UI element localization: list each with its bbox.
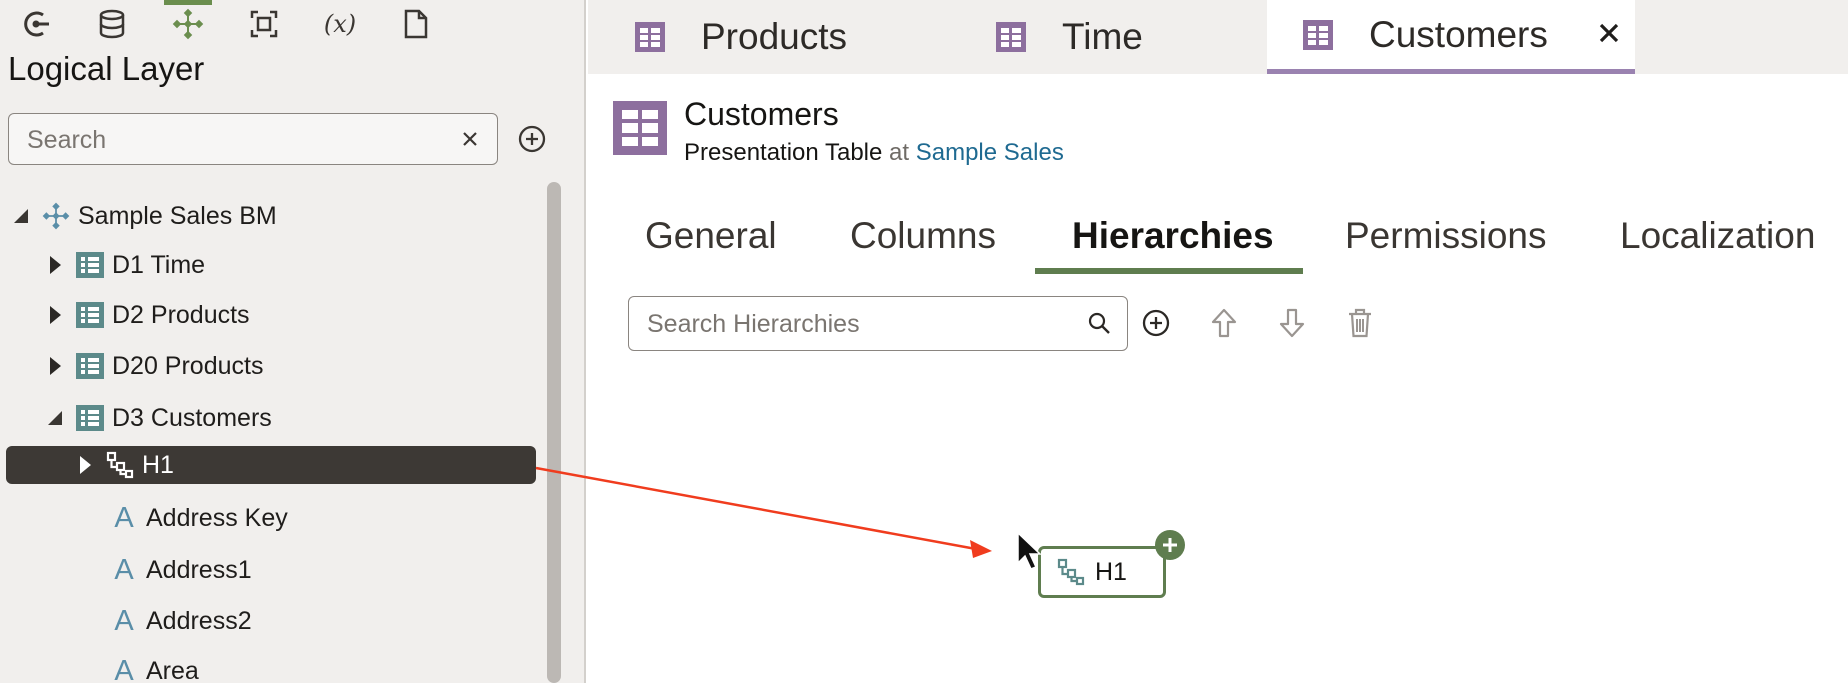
close-icon[interactable] — [1596, 20, 1622, 46]
model-icon — [42, 202, 70, 230]
table-icon — [1303, 19, 1333, 50]
expand-icon[interactable] — [44, 304, 66, 326]
add-icon[interactable] — [517, 124, 547, 154]
tree-item-label: D20 Products — [112, 351, 264, 380]
drag-chip-label: H1 — [1095, 557, 1127, 586]
tab-time[interactable]: Time — [996, 0, 1143, 74]
table-icon — [76, 352, 104, 380]
tree-attribute[interactable]: A Address Key — [110, 498, 288, 538]
tree-root[interactable]: Sample Sales BM — [10, 196, 277, 236]
tree-item-d1-time[interactable]: D1 Time — [44, 245, 205, 285]
tree-item-label: D1 Time — [112, 250, 206, 279]
hierarchy-icon — [106, 451, 134, 479]
tree-item-label: H1 — [142, 450, 174, 479]
model-icon[interactable] — [164, 0, 212, 44]
add-hierarchy-icon[interactable] — [1139, 306, 1173, 340]
expand-icon[interactable] — [44, 254, 66, 276]
tree-item-d20-products[interactable]: D20 Products — [44, 346, 263, 386]
tab-label: Time — [1062, 16, 1143, 57]
tree-item-d3-customers[interactable]: D3 Customers — [44, 398, 272, 438]
table-icon — [635, 22, 665, 52]
clear-icon[interactable] — [457, 126, 483, 152]
scrollbar[interactable] — [547, 182, 561, 683]
tab-columns[interactable]: Columns — [850, 215, 996, 275]
table-icon — [76, 301, 104, 329]
document-icon[interactable] — [392, 4, 440, 44]
tab-permissions[interactable]: Permissions — [1345, 215, 1547, 275]
search-icon[interactable] — [1087, 311, 1113, 337]
drag-arrow-head — [970, 540, 992, 558]
physical-layer-icon[interactable] — [240, 4, 288, 44]
database-icon[interactable] — [88, 4, 136, 44]
tab-label: Customers — [1369, 13, 1548, 55]
drag-arrow-line — [535, 466, 977, 551]
tree-attribute-label: Address1 — [146, 555, 252, 584]
presentation-table-icon — [613, 101, 667, 155]
expand-icon[interactable] — [44, 355, 66, 377]
dragged-hierarchy-chip: H1 — [1038, 546, 1166, 598]
connections-icon[interactable] — [12, 4, 60, 44]
delete-icon[interactable] — [1343, 306, 1377, 340]
tab-general[interactable]: General — [645, 215, 777, 275]
object-type: Presentation Table — [684, 139, 883, 166]
tree-attribute[interactable]: A Address2 — [110, 601, 252, 641]
tab-products[interactable]: Products — [635, 0, 847, 74]
tree-attribute[interactable]: A Address1 — [110, 550, 252, 590]
object-at: at — [889, 139, 910, 166]
tab-hierarchies[interactable]: Hierarchies — [1072, 215, 1274, 275]
variables-icon[interactable]: (x) — [316, 4, 364, 44]
tree-item-label: D2 Products — [112, 300, 250, 329]
mouse-cursor-icon — [1017, 531, 1042, 570]
attribute-icon: A — [114, 501, 134, 534]
expand-icon[interactable] — [74, 454, 96, 476]
tree-root-label: Sample Sales BM — [78, 201, 277, 230]
hierarchies-search-field[interactable] — [628, 296, 1128, 352]
search-field[interactable] — [8, 113, 498, 166]
tree-item-h1[interactable]: H1 — [74, 446, 174, 484]
move-down-icon[interactable] — [1275, 306, 1309, 340]
table-icon — [76, 404, 104, 432]
tree-attribute-label: Address2 — [146, 606, 252, 635]
table-icon — [996, 22, 1026, 52]
object-location-link[interactable]: Sample Sales — [916, 139, 1064, 166]
hierarchy-icon — [1057, 558, 1085, 586]
collapse-icon[interactable] — [10, 205, 32, 227]
search-input[interactable] — [25, 114, 449, 166]
object-title: Customers — [684, 96, 839, 132]
tab-localization[interactable]: Localization — [1620, 215, 1815, 275]
tab-customers[interactable]: Customers — [1267, 0, 1635, 74]
tree-attribute-label: Address Key — [146, 503, 288, 532]
attribute-icon: A — [114, 553, 134, 586]
logical-layer-panel: (x) Logical Layer Sample Sales BM D1 Tim… — [0, 0, 586, 687]
active-tab-indicator — [1035, 268, 1303, 274]
tree-attribute[interactable]: A Area — [110, 651, 199, 691]
tab-label: Products — [701, 16, 848, 57]
attribute-icon: A — [114, 604, 134, 637]
drop-add-icon — [1155, 530, 1185, 560]
move-up-icon[interactable] — [1207, 306, 1241, 340]
tree-item-d2-products[interactable]: D2 Products — [44, 295, 250, 335]
object-subtitle: Presentation Table at Sample Sales — [684, 139, 1064, 167]
hierarchies-search-input[interactable] — [645, 297, 1069, 352]
collapse-icon[interactable] — [44, 407, 66, 429]
panel-title: Logical Layer — [8, 50, 205, 87]
table-icon — [76, 251, 104, 279]
tree-attribute-label: Area — [146, 656, 199, 685]
tree-item-label: D3 Customers — [112, 403, 272, 432]
document-tab-bar: Products Time Customers — [588, 0, 1848, 74]
